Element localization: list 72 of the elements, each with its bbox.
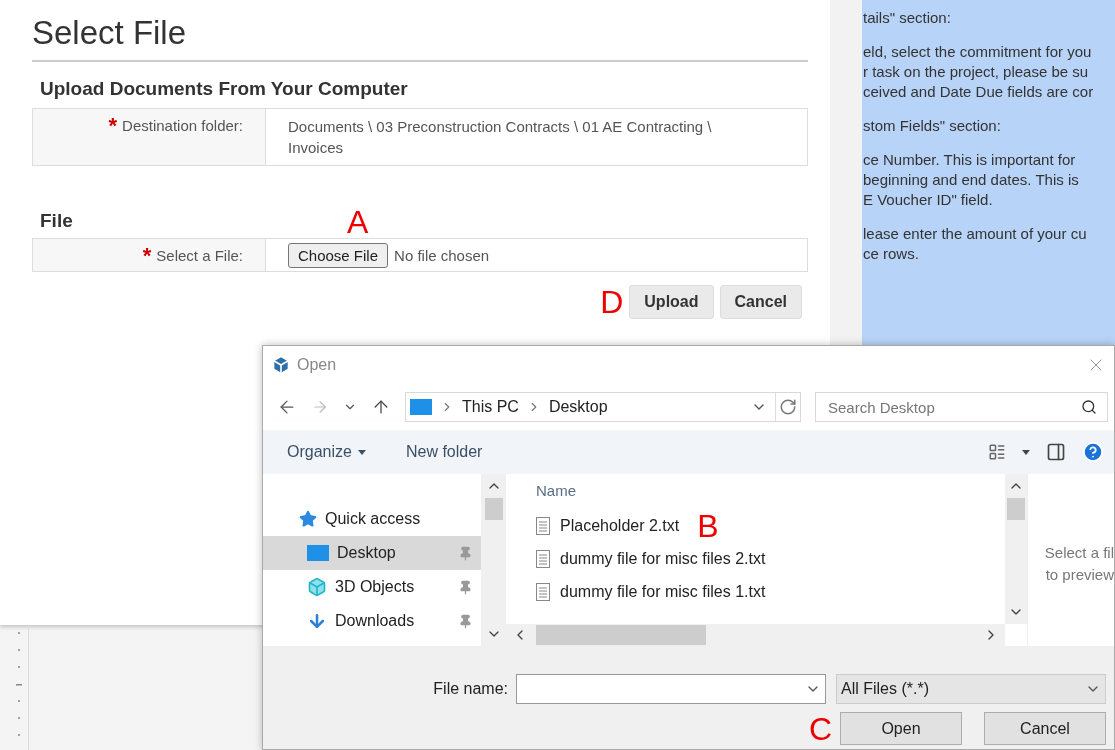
- text-line: ceived and Date Due fields are cor: [863, 82, 1095, 102]
- text-line: tails" section:: [863, 8, 952, 28]
- cube-icon: [271, 355, 291, 375]
- down-arrow-icon: [307, 611, 327, 631]
- monitor-icon: [410, 399, 432, 415]
- scrollbar-thumb[interactable]: [536, 625, 706, 645]
- nav-item[interactable]: Quick access: [263, 502, 481, 536]
- file-name-field[interactable]: [516, 674, 826, 704]
- file-name[interactable]: dummy file for misc files 2.txt: [560, 549, 766, 568]
- nav-item[interactable]: Desktop: [263, 536, 481, 570]
- nav-label: Downloads: [335, 612, 416, 630]
- text-line: E Voucher ID" field.: [863, 190, 994, 210]
- file-status: No file chosen: [394, 245, 490, 266]
- nav-item[interactable]: 3D Objects: [263, 570, 481, 604]
- cube-icon: [307, 577, 327, 597]
- text-file-icon: [536, 549, 550, 568]
- breadcrumb[interactable]: Desktop: [548, 398, 608, 416]
- folder-path: Documents \ 03 Preconstruction Contracts \ 01 AE Contracting \ Invoices: [288, 117, 713, 158]
- text-line: beginning and end dates. This is: [863, 170, 1080, 190]
- nav-item[interactable]: Downloads: [263, 604, 481, 638]
- annotation-letter: B: [697, 509, 719, 542]
- text-line: stom Fields" section:: [863, 116, 1002, 136]
- monitor-icon: [307, 545, 329, 561]
- text-file-icon: [536, 582, 550, 601]
- column-header[interactable]: Name: [536, 482, 1005, 499]
- text-line: r task on the project, please be su: [863, 62, 1090, 82]
- text-line: eld, select the commitment for you: [863, 42, 1093, 62]
- section-heading: File: [40, 210, 74, 232]
- scrollbar[interactable]: [1005, 474, 1027, 624]
- breadcrumb[interactable]: This PC: [462, 398, 519, 416]
- scrollbar-thumb[interactable]: [1007, 498, 1025, 520]
- field-label: Destination folder:: [122, 117, 243, 134]
- preview-pane-icon[interactable]: [1046, 442, 1066, 462]
- field-label: Select a File:: [156, 247, 243, 264]
- text-line: lease enter the amount of your cu: [863, 224, 1088, 244]
- text-file-icon: [536, 516, 550, 535]
- organize-menu[interactable]: Organize: [287, 443, 366, 461]
- annotation-letter: C: [808, 712, 832, 745]
- nav-label: 3D Objects: [335, 578, 416, 596]
- file-type-dropdown[interactable]: All Files (*.*): [836, 674, 1106, 704]
- caret-icon: [357, 449, 366, 455]
- scrollbar-thumb[interactable]: [484, 498, 503, 520]
- open-button[interactable]: Open: [840, 712, 962, 745]
- file-name[interactable]: dummy file for misc files 1.txt: [560, 582, 766, 601]
- file-name[interactable]: Placeholder 2.txt: [560, 516, 680, 535]
- address-bar[interactable]: This PC Desktop: [405, 392, 801, 422]
- star-icon: [299, 510, 317, 528]
- file-name-label: File name:: [433, 680, 508, 698]
- cancel-button[interactable]: Cancel: [984, 712, 1106, 745]
- caret-icon[interactable]: [1022, 449, 1030, 455]
- search-icon: [1081, 399, 1097, 415]
- new-folder-button[interactable]: New folder: [405, 443, 483, 461]
- text-line: ce Number. This is important for: [863, 150, 1077, 170]
- scrollbar[interactable]: [481, 474, 506, 646]
- annotation-letter: A: [347, 206, 369, 238]
- page-title: Select File: [32, 14, 808, 62]
- preview-hint: Select a fil: [1044, 543, 1114, 563]
- preview-hint: to preview: [1045, 565, 1114, 585]
- annotation-letter: D: [600, 286, 624, 318]
- text-line: ce rows.: [863, 244, 920, 264]
- upload-button[interactable]: Upload: [629, 285, 714, 319]
- required-mark: *: [142, 247, 152, 265]
- help-icon[interactable]: [1082, 441, 1104, 463]
- search-field[interactable]: Search Desktop: [815, 392, 1108, 422]
- dialog-title: Open: [297, 356, 338, 374]
- section-heading: Upload Documents From Your Computer: [40, 78, 409, 100]
- cancel-button[interactable]: Cancel: [719, 285, 802, 319]
- choose-file-button[interactable]: Choose File: [288, 242, 389, 268]
- nav-label: Quick access: [325, 510, 422, 528]
- nav-label: Desktop: [337, 544, 397, 562]
- view-options-icon[interactable]: [988, 443, 1006, 461]
- required-mark: *: [108, 117, 118, 135]
